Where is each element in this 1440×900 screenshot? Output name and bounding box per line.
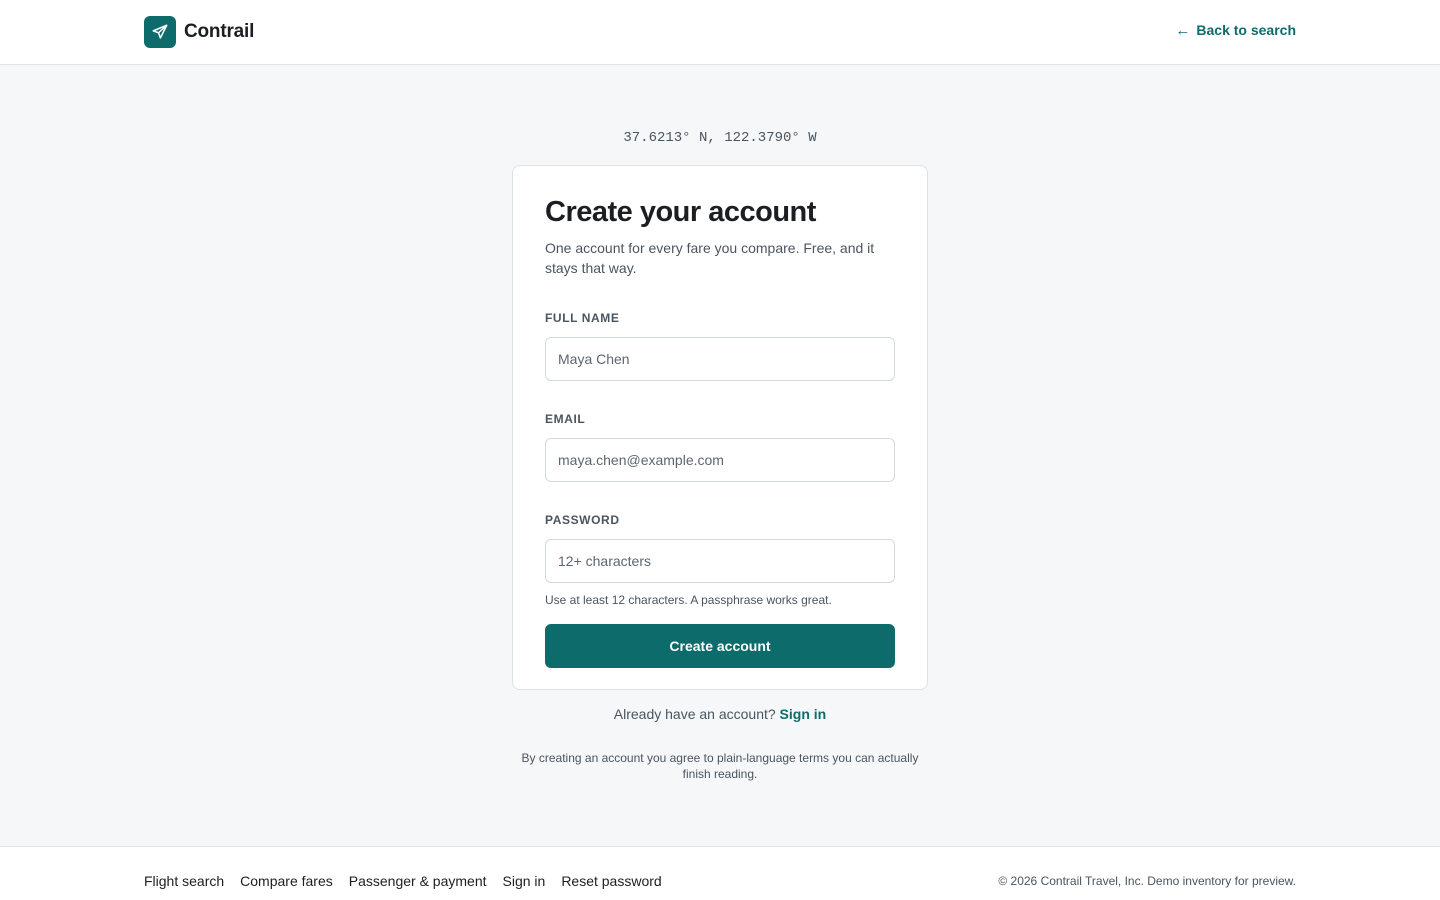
page-subtitle: One account for every fare you compare. … (545, 240, 875, 276)
full-name-label: FULL NAME (545, 311, 620, 325)
back-to-search-link[interactable]: ← Back to search (1175, 22, 1296, 38)
footer-link-flight-search[interactable]: Flight search (144, 873, 224, 889)
back-link-label: Back to search (1196, 22, 1296, 38)
plane-icon (144, 16, 176, 48)
brand[interactable]: Contrail (144, 16, 254, 48)
signup-card: Create your account One account for ever… (512, 165, 928, 690)
password-hint: Use at least 12 characters. A passphrase… (545, 593, 832, 607)
coordinates-readout: 37.6213° N, 122.3790° W (623, 130, 817, 146)
page-title: Create your account (545, 196, 816, 228)
footer-link-passenger-payment[interactable]: Passenger & payment (349, 873, 487, 889)
create-account-button[interactable]: Create account (545, 624, 895, 668)
brand-name: Contrail (184, 21, 255, 42)
terms-notice: By creating an account you agree to plai… (521, 751, 919, 781)
sign-in-link[interactable]: Sign in (780, 706, 827, 722)
footer-link-reset-password[interactable]: Reset password (561, 873, 661, 889)
footer-link-compare-fares[interactable]: Compare fares (240, 873, 333, 889)
password-label: PASSWORD (545, 513, 620, 527)
footer-nav: Flight search Compare fares Passenger & … (144, 873, 678, 889)
password-input[interactable] (545, 539, 895, 583)
signin-prompt: Already have an account? Sign in (0, 706, 1440, 722)
footer-link-sign-in[interactable]: Sign in (503, 873, 546, 889)
email-input[interactable] (545, 438, 895, 482)
footer: Flight search Compare fares Passenger & … (0, 846, 1440, 900)
arrow-left-icon: ← (1175, 21, 1191, 39)
email-label: EMAIL (545, 412, 586, 426)
top-header: Contrail ← Back to search (0, 0, 1440, 65)
full-name-input[interactable] (545, 337, 895, 381)
copyright: © 2026 Contrail Travel, Inc. Demo invent… (998, 874, 1296, 888)
signin-prompt-text: Already have an account? (613, 706, 776, 722)
